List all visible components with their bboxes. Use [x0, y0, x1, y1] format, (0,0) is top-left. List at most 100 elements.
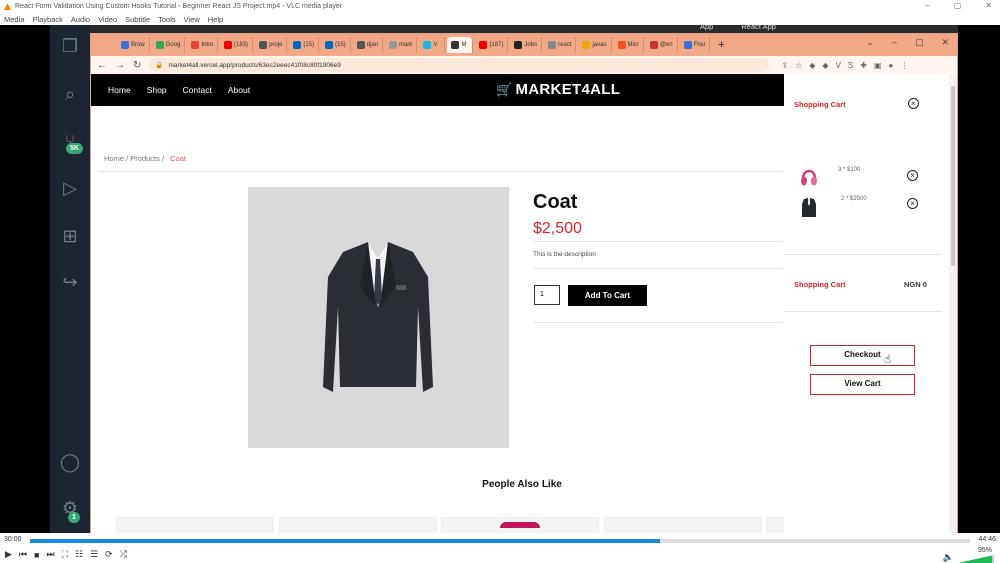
- profile-avatar[interactable]: ●: [889, 61, 894, 70]
- tab[interactable]: Flou: [680, 37, 711, 53]
- lock-icon: 🔒: [155, 62, 164, 69]
- extended-settings-icon[interactable]: ☷: [75, 549, 83, 560]
- tab[interactable]: Micr: [614, 37, 644, 53]
- related-product-card[interactable]: [116, 517, 274, 534]
- nav-shop[interactable]: Shop: [147, 85, 167, 95]
- close-icon[interactable]: ✕: [985, 1, 992, 10]
- menu-audio[interactable]: Audio: [71, 15, 90, 24]
- maximize-icon[interactable]: ▢: [954, 1, 962, 10]
- tab[interactable]: @en: [646, 37, 678, 53]
- volume-slider[interactable]: [958, 555, 994, 563]
- extension-icon[interactable]: S: [848, 61, 853, 70]
- cart-item-qty-price: 3 * $100: [838, 167, 861, 173]
- tab[interactable]: Inbo: [187, 37, 219, 53]
- suit-icon: [802, 198, 816, 217]
- tab-active[interactable]: M: [447, 37, 474, 53]
- cart-logo-icon: 🛒: [496, 81, 513, 97]
- remove-item-icon[interactable]: ×: [907, 198, 918, 209]
- menu-subtitle[interactable]: Subtitle: [125, 15, 150, 24]
- back-icon[interactable]: ←: [97, 60, 107, 71]
- tab[interactable]: Jobs: [510, 37, 543, 53]
- tab[interactable]: (183): [220, 37, 254, 53]
- fullscreen-icon[interactable]: ⛶: [62, 549, 68, 560]
- mouse-cursor-icon: ☝: [884, 352, 892, 366]
- minimize-icon[interactable]: –: [925, 1, 929, 10]
- divider: [784, 311, 942, 312]
- close-cart-icon[interactable]: ×: [908, 98, 919, 109]
- stop-icon[interactable]: ■: [34, 550, 39, 560]
- product-price: $2,500: [533, 220, 582, 237]
- loop-icon[interactable]: ⟳: [105, 549, 113, 560]
- quantity-input[interactable]: 1: [534, 285, 560, 305]
- tab[interactable]: proje: [255, 37, 288, 53]
- address-bar[interactable]: 🔒 market4all.vercel.app/products/63ec2ee…: [149, 58, 770, 72]
- tab[interactable]: Goog: [152, 37, 186, 53]
- tab[interactable]: Brow: [117, 37, 150, 53]
- search-icon[interactable]: ⌕: [59, 83, 81, 105]
- view-cart-button[interactable]: View Cart: [810, 374, 915, 395]
- divider: [533, 268, 783, 269]
- breadcrumb: Home / Products / Coat: [104, 154, 186, 163]
- run-debug-icon[interactable]: ▷: [59, 177, 81, 199]
- related-product-card[interactable]: [604, 517, 762, 534]
- site-logo[interactable]: 🛒 MARKET4ALL: [496, 81, 620, 98]
- close-icon[interactable]: ✕: [941, 37, 949, 48]
- forward-icon[interactable]: →: [115, 60, 125, 71]
- checkout-button[interactable]: Checkout: [810, 345, 915, 366]
- divider: [533, 322, 783, 323]
- tab[interactable]: react: [544, 37, 577, 53]
- menu-help[interactable]: Help: [208, 15, 223, 24]
- reload-icon[interactable]: ↻: [133, 60, 141, 71]
- product-image: [248, 187, 509, 448]
- add-to-cart-button[interactable]: Add To Cart: [568, 285, 647, 306]
- tab[interactable]: (15): [289, 37, 320, 53]
- remove-item-icon[interactable]: ×: [907, 170, 918, 181]
- tab[interactable]: (15): [321, 37, 351, 53]
- tab[interactable]: V: [419, 37, 446, 53]
- minimize-icon[interactable]: –: [892, 37, 897, 48]
- related-product-card[interactable]: [766, 517, 786, 534]
- playlist-icon[interactable]: ☰: [90, 549, 98, 560]
- breadcrumb-products[interactable]: Products /: [130, 154, 164, 163]
- extensions-icon[interactable]: ⊞: [59, 225, 81, 247]
- account-icon[interactable]: ◯: [59, 451, 81, 473]
- maximize-icon[interactable]: ▢: [915, 37, 924, 48]
- extension-icon[interactable]: ◆: [809, 61, 815, 70]
- side-panel-icon[interactable]: ▣: [874, 61, 882, 70]
- nav-about[interactable]: About: [228, 85, 250, 95]
- bookmark-star-icon[interactable]: ☆: [795, 61, 802, 70]
- tab[interactable]: djan: [353, 37, 384, 53]
- menu-video[interactable]: Video: [98, 15, 117, 24]
- extension-icon[interactable]: ◆: [822, 61, 828, 70]
- browser-toolbar: ← → ↻ 🔒 market4all.vercel.app/products/6…: [91, 56, 957, 74]
- share-icon[interactable]: ⇪: [781, 61, 788, 70]
- tab[interactable]: (187): [475, 37, 509, 53]
- new-tab-icon[interactable]: +: [718, 39, 724, 51]
- menu-tools[interactable]: Tools: [158, 15, 176, 24]
- menu-media[interactable]: Media: [4, 15, 24, 24]
- play-icon[interactable]: ▶: [5, 549, 12, 560]
- explorer-icon[interactable]: ❐: [59, 35, 81, 57]
- vlc-title-bar: React Form Validation Using Custom Hooks…: [0, 0, 1000, 13]
- extension-icon[interactable]: V: [836, 61, 841, 70]
- tab[interactable]: mark: [385, 37, 418, 53]
- tab[interactable]: javas: [578, 37, 612, 53]
- chevron-down-icon[interactable]: ⌄: [866, 37, 874, 48]
- menu-playback[interactable]: Playback: [32, 15, 62, 24]
- more-menu-icon[interactable]: ⋮: [900, 61, 908, 70]
- related-product-card[interactable]: [279, 517, 437, 534]
- nav-contact[interactable]: Contact: [183, 85, 212, 95]
- seek-bar[interactable]: [30, 539, 970, 543]
- nav-home[interactable]: Home: [108, 85, 131, 95]
- menu-view[interactable]: View: [184, 15, 200, 24]
- time-total: 44:46: [978, 536, 996, 543]
- puzzle-icon[interactable]: ✚: [860, 61, 867, 70]
- breadcrumb-home[interactable]: Home /: [104, 154, 128, 163]
- previous-icon[interactable]: ⏮: [19, 549, 27, 560]
- vlc-seek-area: 30:00 44:46: [0, 533, 1000, 546]
- shuffle-icon[interactable]: ⤮: [120, 549, 127, 560]
- next-icon[interactable]: ⏭: [46, 549, 54, 560]
- related-product-card[interactable]: [441, 517, 599, 534]
- scrollbar-thumb[interactable]: [951, 86, 955, 266]
- share-icon[interactable]: ↪: [59, 271, 81, 293]
